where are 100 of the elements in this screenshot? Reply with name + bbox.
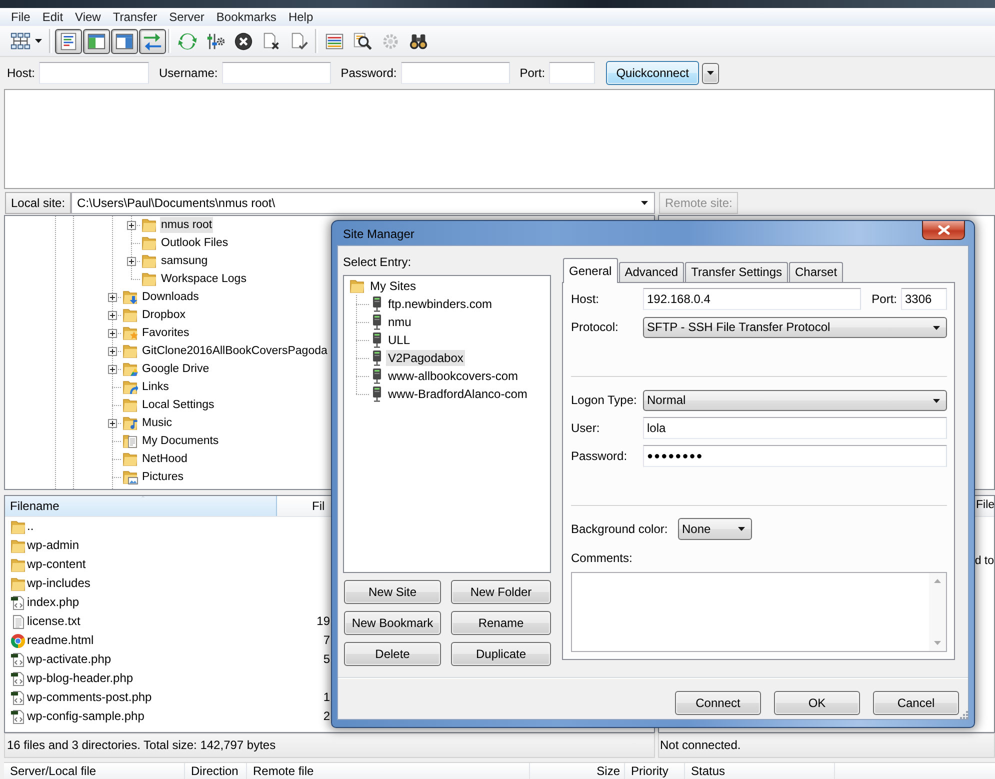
server-icon xyxy=(372,314,382,330)
folder-label[interactable]: My Documents xyxy=(141,433,220,449)
folder-label[interactable]: My Sites xyxy=(368,278,418,294)
close-button[interactable] xyxy=(922,221,965,240)
tab[interactable]: Charset xyxy=(789,262,844,282)
folder-label[interactable]: Workspace Logs xyxy=(160,271,248,287)
column-header[interactable]: File xyxy=(976,496,994,516)
duplicate-button[interactable]: Duplicate xyxy=(451,642,551,666)
folder-label[interactable]: nmus root xyxy=(160,217,214,233)
menu-item[interactable]: Server xyxy=(163,9,210,25)
scrollbar[interactable] xyxy=(929,573,946,651)
host-field[interactable]: 192.168.0.4 xyxy=(643,288,861,310)
new-site-button[interactable]: New Site xyxy=(344,580,441,604)
field-label: Password: xyxy=(571,448,628,464)
protocol-dropdown[interactable]: SFTP - SSH File Transfer Protocol xyxy=(643,317,947,338)
round-logo-icon xyxy=(10,632,26,648)
username-field[interactable] xyxy=(222,62,331,84)
folder-label[interactable]: Music xyxy=(141,415,174,431)
menu-item[interactable]: Transfer xyxy=(106,9,164,25)
file-name[interactable]: readme.html xyxy=(27,633,94,648)
user-field[interactable]: lola xyxy=(643,417,947,439)
cancel-button[interactable]: Cancel xyxy=(873,691,959,715)
new-bookmark-button[interactable]: New Bookmark xyxy=(344,611,441,635)
comments-field[interactable] xyxy=(571,572,947,652)
rename-button[interactable]: Rename xyxy=(451,611,551,635)
folder-label[interactable]: Links xyxy=(141,379,170,395)
folder-label[interactable]: Local Settings xyxy=(141,397,216,413)
delete-button[interactable]: Delete xyxy=(344,642,441,666)
site-label[interactable]: www-allbookcovers-com xyxy=(386,368,520,384)
background-color-dropdown[interactable]: None xyxy=(678,518,752,540)
file-name[interactable]: license.txt xyxy=(27,614,80,629)
column-header[interactable]: Remote file xyxy=(247,763,530,779)
toolbar-button[interactable] xyxy=(55,28,82,54)
port-field[interactable]: 3306 xyxy=(901,288,947,310)
folder-icon xyxy=(10,556,26,572)
folder-label[interactable]: Google Drive xyxy=(141,361,210,377)
field-label: Comments: xyxy=(571,551,632,565)
file-name[interactable]: index.php xyxy=(27,595,80,610)
folder-label[interactable]: samsung xyxy=(160,253,209,269)
field-label: Port: xyxy=(872,292,897,306)
local-site-label: Local site: xyxy=(5,192,72,214)
column-header[interactable]: Server/Local file xyxy=(4,763,185,779)
site-label[interactable]: ULL xyxy=(386,332,412,348)
menu-item[interactable]: View xyxy=(69,9,107,25)
toolbar-button[interactable] xyxy=(83,28,110,54)
file-name[interactable]: wp-config-sample.php xyxy=(27,709,144,724)
column-header[interactable]: Direction xyxy=(185,763,247,779)
field-label: Port: xyxy=(520,66,546,80)
folder-label[interactable]: Downloads xyxy=(141,289,200,305)
site-label[interactable]: www-BradfordAlanco-com xyxy=(386,386,530,402)
column-header[interactable]: Status xyxy=(685,763,835,779)
file-name[interactable]: wp-content xyxy=(27,557,86,572)
host-field[interactable] xyxy=(39,62,150,84)
file-name[interactable]: wp-includes xyxy=(27,576,90,591)
caret-icon xyxy=(35,39,42,43)
site-label[interactable]: ftp.newbinders.com xyxy=(386,296,494,312)
field-label: Host: xyxy=(571,292,600,306)
menu-item[interactable]: Bookmarks xyxy=(210,9,282,25)
password-field[interactable]: ●●●●●●●● xyxy=(643,445,947,467)
field-label: Username: xyxy=(159,66,218,80)
code-file-icon xyxy=(10,690,26,706)
site-label[interactable]: V2Pagodabox xyxy=(386,350,466,366)
folder-label[interactable]: GitClone2016AllBookCoversPagoda xyxy=(141,343,328,359)
port-field[interactable] xyxy=(549,62,596,84)
file-name[interactable]: wp-activate.php xyxy=(27,652,112,667)
folder-label[interactable]: Outlook Files xyxy=(160,235,230,251)
connect-button[interactable]: Connect xyxy=(675,691,761,715)
menu-item[interactable]: File xyxy=(5,9,36,25)
folder-label[interactable]: NetHood xyxy=(141,451,188,467)
scroll-up-icon xyxy=(934,579,941,583)
quickconnect-button[interactable]: Quickconnect xyxy=(606,61,700,85)
field-label: User: xyxy=(571,420,601,436)
column-header[interactable]: Fil xyxy=(277,496,330,516)
menu-item[interactable]: Help xyxy=(282,9,320,25)
new-folder-button[interactable]: New Folder xyxy=(451,580,551,604)
caret-icon xyxy=(933,326,940,330)
dropdown-button[interactable] xyxy=(702,62,720,84)
folder-label[interactable]: Pictures xyxy=(141,469,185,485)
tab[interactable]: Transfer Settings xyxy=(685,262,788,282)
password-field[interactable] xyxy=(400,62,510,84)
column-header[interactable]: Priority xyxy=(625,763,685,779)
toolbar-button[interactable] xyxy=(139,28,166,54)
text-lines-icon xyxy=(58,30,79,52)
folder-label[interactable]: Dropbox xyxy=(141,307,186,323)
site-label[interactable]: nmu xyxy=(386,314,414,330)
logon-type-dropdown[interactable]: Normal xyxy=(643,390,947,411)
file-name[interactable]: wp-comments-post.php xyxy=(27,690,152,705)
path-combobox[interactable]: C:\Users\Paul\Documents\nmus root\ xyxy=(71,192,655,214)
file-name[interactable]: wp-blog-header.php xyxy=(27,671,134,686)
folder-label[interactable]: Favorites xyxy=(141,325,190,341)
ok-button[interactable]: OK xyxy=(774,691,860,715)
toolbar-button[interactable] xyxy=(111,28,138,54)
file-name[interactable]: .. xyxy=(27,519,34,534)
column-header[interactable]: Filename xyxy=(5,496,277,516)
tab[interactable]: General xyxy=(563,258,618,283)
column-header[interactable]: Size xyxy=(530,763,625,779)
file-name[interactable]: wp-admin xyxy=(27,538,80,553)
tab[interactable]: Advanced xyxy=(618,262,684,282)
folder-icon xyxy=(349,278,365,294)
menu-item[interactable]: Edit xyxy=(36,9,70,25)
